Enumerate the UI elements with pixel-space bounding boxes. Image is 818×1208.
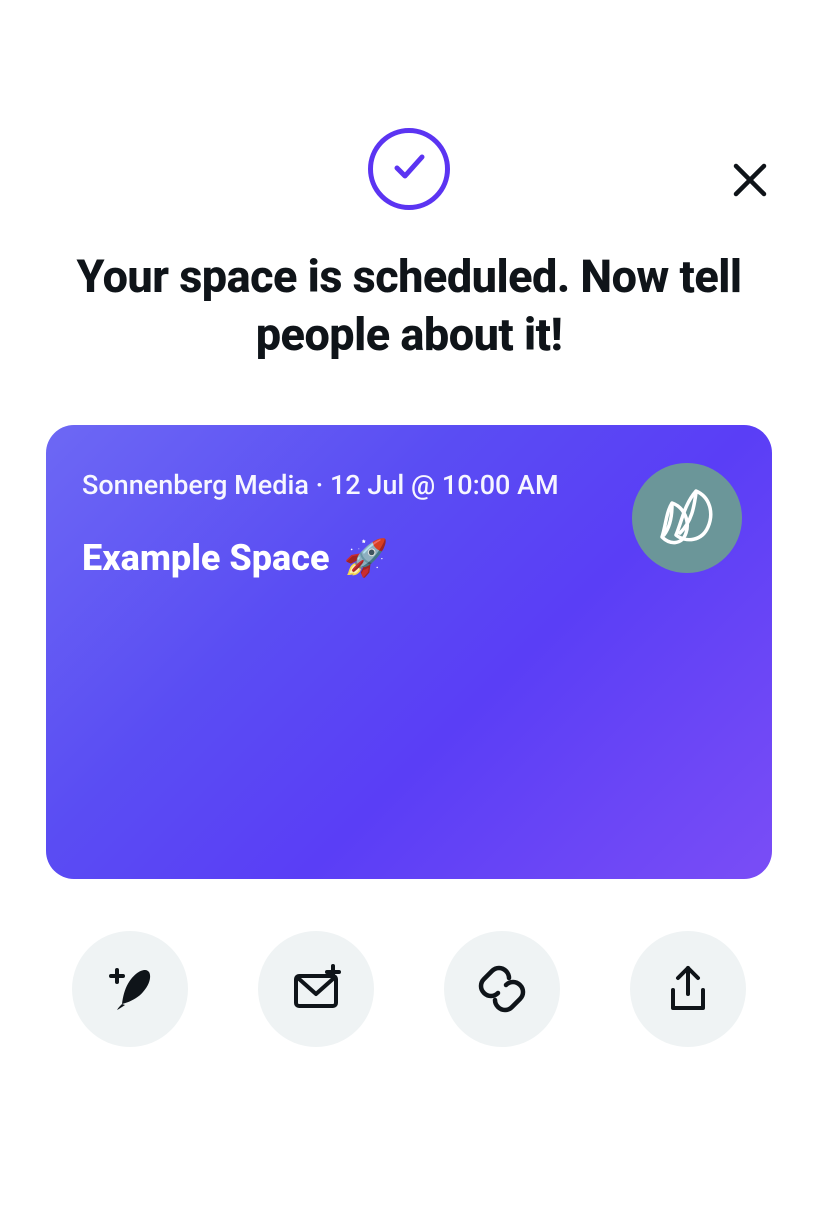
compose-icon <box>101 960 159 1018</box>
direct-message-button[interactable] <box>258 931 374 1047</box>
space-title-text: Example Space <box>82 537 329 579</box>
confirmation-headline: Your space is scheduled. Now tell people… <box>0 248 818 363</box>
host-avatar <box>632 463 742 573</box>
leaf-icon <box>648 477 726 559</box>
share-icon <box>661 962 715 1016</box>
share-actions-row <box>0 931 818 1047</box>
link-icon <box>474 961 530 1017</box>
close-button[interactable] <box>728 160 772 204</box>
message-icon <box>287 960 345 1018</box>
rocket-emoji: 🚀 <box>343 537 388 579</box>
share-button[interactable] <box>630 931 746 1047</box>
success-check-circle <box>368 128 450 210</box>
compose-tweet-button[interactable] <box>72 931 188 1047</box>
space-card[interactable]: Sonnenberg Media · 12 Jul @ 10:00 AM Exa… <box>46 425 772 879</box>
copy-link-button[interactable] <box>444 931 560 1047</box>
check-icon <box>387 145 431 193</box>
close-icon <box>730 160 770 204</box>
